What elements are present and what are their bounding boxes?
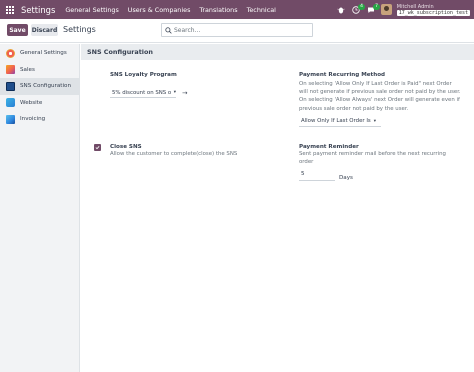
section-title: SNS Configuration	[81, 44, 474, 60]
description-line: On selecting 'Allow Only If Last Order i…	[299, 81, 452, 87]
payment-method-select[interactable]: Allow Only If Last Order Is ▾	[299, 117, 381, 127]
payment-reminder-setting: Payment Reminder Sent payment reminder m…	[299, 144, 471, 182]
sns-app-icon	[6, 81, 15, 91]
settings-sidebar: General Settings Sales SNS Configuration…	[0, 44, 80, 372]
user-avatar[interactable]	[380, 4, 392, 15]
menu-technical[interactable]: Technical	[247, 6, 276, 14]
reminder-days-input[interactable]: 5	[299, 171, 335, 182]
sidebar-item-label: Sales	[20, 66, 35, 73]
description-line: Sent payment reminder mail before the ne…	[299, 151, 446, 157]
activity-count-badge: 4	[358, 3, 365, 10]
payment-method-title: Payment Recurring Method	[299, 72, 386, 78]
description-line: order	[299, 159, 314, 166]
sidebar-item-label: General Settings	[20, 50, 67, 57]
reminder-days-unit: Days	[339, 175, 353, 182]
app-title[interactable]: Settings	[21, 5, 55, 15]
systray: 4 7 Mitchell Admin 17_wk_subscription_te…	[336, 0, 470, 19]
apps-menu-icon[interactable]	[0, 0, 20, 19]
chevron-down-icon: ▾	[373, 118, 377, 124]
database-name: 17_wk_subscription_test	[396, 9, 470, 16]
sidebar-item-sales[interactable]: Sales	[0, 62, 79, 79]
website-globe-icon	[6, 98, 15, 108]
search-box	[161, 23, 313, 37]
payment-method-setting: Payment Recurring Method On selecting 'A…	[299, 72, 471, 127]
odoo-logo-icon	[6, 48, 15, 58]
messages-chat-icon[interactable]: 7	[366, 3, 380, 15]
invoicing-icon	[6, 114, 15, 124]
loyalty-program-value: 5% discount on SNS o	[112, 89, 171, 96]
payment-method-value: Allow Only If Last Order Is	[301, 118, 371, 125]
sidebar-item-general-settings[interactable]: General Settings	[0, 45, 79, 62]
save-button[interactable]: Save	[7, 24, 28, 36]
chevron-down-icon: ▾	[173, 90, 176, 95]
sidebar-item-invoicing[interactable]: Invoicing	[0, 111, 79, 128]
close-sns-checkbox[interactable]	[94, 144, 101, 151]
message-count-badge: 7	[373, 3, 380, 10]
payment-method-description: On selecting 'Allow Only If Last Order i…	[299, 80, 471, 113]
sidebar-item-label: Invoicing	[20, 116, 46, 123]
sidebar-item-label: Website	[20, 99, 43, 106]
loyalty-setting: SNS Loyalty Program 5% discount on SNS o…	[110, 72, 260, 98]
sidebar-item-website[interactable]: Website	[0, 95, 79, 112]
search-icon	[162, 26, 174, 34]
bug-icon[interactable]	[336, 5, 346, 15]
control-panel: Save Discard Settings	[0, 19, 474, 43]
menu-users-companies[interactable]: Users & Companies	[128, 6, 191, 14]
sales-chart-icon	[6, 65, 15, 75]
top-navbar: Settings General Settings Users & Compan…	[0, 0, 474, 19]
menu-general-settings[interactable]: General Settings	[65, 6, 118, 14]
sidebar-item-label: SNS Configuration	[20, 83, 71, 90]
user-name: Mitchell Admin	[396, 3, 434, 10]
page-title: Settings	[63, 25, 96, 34]
loyalty-title: SNS Loyalty Program	[110, 72, 177, 78]
discard-button[interactable]: Discard	[31, 24, 58, 36]
menu-translations[interactable]: Translations	[199, 6, 237, 14]
settings-content: SNS Configuration SNS Loyalty Program 5%…	[81, 44, 474, 372]
description-line: previous sale order not paid by the user…	[299, 105, 409, 112]
sidebar-item-sns-configuration[interactable]: SNS Configuration	[0, 78, 79, 95]
description-line: will not generate if previous sale order…	[299, 89, 461, 96]
activity-clock-icon[interactable]: 4	[351, 3, 365, 15]
close-sns-setting: Close SNS Allow the customer to complete…	[110, 144, 280, 158]
search-input[interactable]	[174, 26, 304, 34]
description-line: On selecting 'Allow Always' next Order w…	[299, 97, 460, 104]
payment-reminder-description: Sent payment reminder mail before the ne…	[299, 150, 471, 166]
user-menu[interactable]: Mitchell Admin 17_wk_subscription_test	[396, 3, 470, 16]
internal-link-arrow-icon[interactable]: →	[182, 89, 187, 97]
close-sns-description: Allow the customer to complete(close) th…	[110, 151, 238, 157]
loyalty-program-select[interactable]: 5% discount on SNS o ▾	[110, 88, 176, 98]
